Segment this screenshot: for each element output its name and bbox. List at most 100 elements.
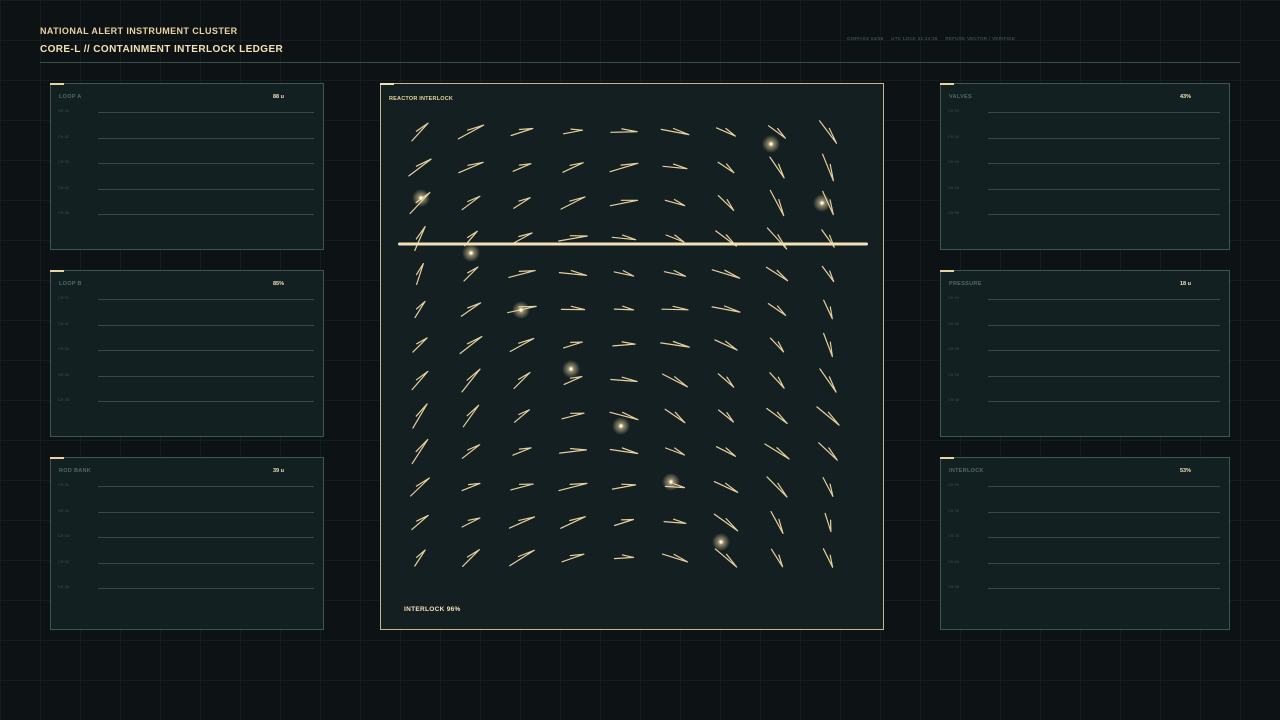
vector-arrow — [558, 235, 588, 242]
row-label: CH 02 — [948, 321, 960, 326]
panel-row: CH 03 — [948, 347, 1220, 376]
vector-arrow — [714, 339, 738, 351]
panel-interlock: INTERLOCK 53% CH 01 CH 02 CH 03 CH 04 CH… — [940, 457, 1230, 630]
vector-arrow — [766, 227, 788, 250]
vector-arrow — [613, 270, 635, 277]
header-meta: GIMPASS 63/58 UTC LOCK 21:14:36 REFUSE V… — [847, 36, 1021, 41]
vector-arrow — [822, 153, 834, 182]
vector-arrow — [559, 448, 587, 454]
row-line — [98, 537, 314, 538]
row-line — [98, 511, 314, 513]
row-label: CH 02 — [58, 134, 70, 139]
panel-row: CH 04 — [948, 560, 1220, 589]
row-line — [98, 324, 314, 326]
vector-arrow — [561, 412, 585, 420]
vector-arrow — [610, 128, 638, 133]
glow-node-core — [519, 308, 523, 312]
row-label: CH 03 — [58, 160, 70, 164]
vector-arrow — [510, 127, 534, 137]
meta-utc-lock: UTC LOCK 21:14:36 — [891, 36, 938, 41]
row-line — [988, 588, 1220, 589]
vector-arrow — [412, 403, 428, 429]
panel-accent — [940, 457, 954, 459]
row-label: CH 04 — [58, 559, 70, 564]
panel-row: CH 01 — [948, 109, 1220, 138]
vector-arrow — [414, 549, 426, 567]
vector-arrow — [664, 198, 686, 207]
vector-arrow — [560, 196, 586, 210]
vector-arrow — [711, 305, 741, 313]
glow-node-core — [820, 201, 824, 205]
vector-arrow — [612, 341, 636, 347]
vector-arrow — [717, 195, 735, 211]
vector-arrow — [461, 195, 481, 211]
row-line — [988, 324, 1220, 326]
vector-arrow — [823, 332, 833, 358]
row-line — [988, 401, 1220, 402]
row-line — [98, 137, 314, 139]
panel-rows: CH 01 CH 02 CH 03 CH 04 CH 05 — [58, 296, 314, 427]
vector-arrow — [460, 302, 482, 317]
panel-label: REACTOR INTERLOCK — [389, 96, 454, 102]
panel-row: CH 03 — [948, 160, 1220, 189]
vector-arrow — [411, 122, 429, 142]
panel-row: CH 01 — [58, 109, 314, 138]
panel-row: CH 01 — [58, 483, 314, 512]
vector-arrow — [717, 161, 735, 174]
row-label: CH 03 — [948, 160, 960, 164]
row-label: CH 03 — [948, 347, 960, 351]
row-line — [98, 486, 314, 487]
row-label: CH 05 — [58, 585, 70, 589]
vector-arrow — [664, 408, 686, 424]
vector-arrow — [665, 447, 685, 456]
vector-arrow — [766, 476, 788, 498]
vector-arrow — [765, 266, 789, 282]
row-line — [988, 299, 1220, 300]
vector-arrow — [716, 127, 736, 137]
row-label: CH 02 — [58, 508, 70, 513]
vector-arrow — [609, 199, 639, 207]
panel-row: CH 03 — [58, 347, 314, 376]
panel-row: CH 02 — [948, 508, 1220, 538]
vector-arrow — [562, 162, 584, 173]
vector-arrow — [513, 371, 531, 390]
row-line — [988, 537, 1220, 538]
vector-arrow — [463, 266, 479, 282]
panel-row: CH 01 — [58, 296, 314, 325]
vector-arrow — [816, 406, 840, 426]
panel-label: PRESSURE — [949, 281, 982, 287]
panel-accent — [50, 457, 64, 459]
vector-arrow — [563, 341, 583, 349]
panel-rows: CH 01 CH 02 CH 03 CH 04 CH 05 — [948, 483, 1220, 614]
panel-row: CH 05 — [58, 398, 314, 427]
vector-arrow — [510, 483, 534, 491]
vector-arrow — [560, 516, 586, 529]
panel-row: CH 04 — [948, 185, 1220, 215]
panel-row: CH 03 — [58, 160, 314, 189]
glow-node-core — [569, 367, 573, 371]
vector-arrow — [717, 373, 735, 388]
vector-arrow — [613, 305, 635, 311]
vector-arrow — [823, 299, 833, 320]
row-label: CH 02 — [948, 134, 960, 139]
vector-arrow — [661, 553, 689, 563]
row-label: CH 04 — [58, 372, 70, 377]
row-label: CH 02 — [948, 508, 960, 513]
vector-arrow — [511, 232, 533, 245]
vector-arrow — [609, 447, 639, 455]
row-label: CH 04 — [948, 185, 960, 190]
panel-valves: VALVES 43% CH 01 CH 02 CH 03 CH 04 CH 05 — [940, 83, 1230, 250]
vector-arrow — [408, 158, 432, 177]
panel-row: CH 05 — [58, 585, 314, 614]
panel-row: CH 04 — [58, 372, 314, 402]
panel-accent — [940, 83, 954, 85]
row-line — [98, 588, 314, 589]
vector-arrow — [769, 337, 785, 353]
vector-arrow — [663, 518, 687, 524]
vector-arrow — [509, 549, 535, 567]
interlock-threshold-line — [398, 242, 868, 246]
row-label: CH 03 — [948, 534, 960, 538]
vector-arrow — [512, 163, 532, 172]
vector-arrow — [661, 305, 689, 311]
row-line — [988, 163, 1220, 164]
